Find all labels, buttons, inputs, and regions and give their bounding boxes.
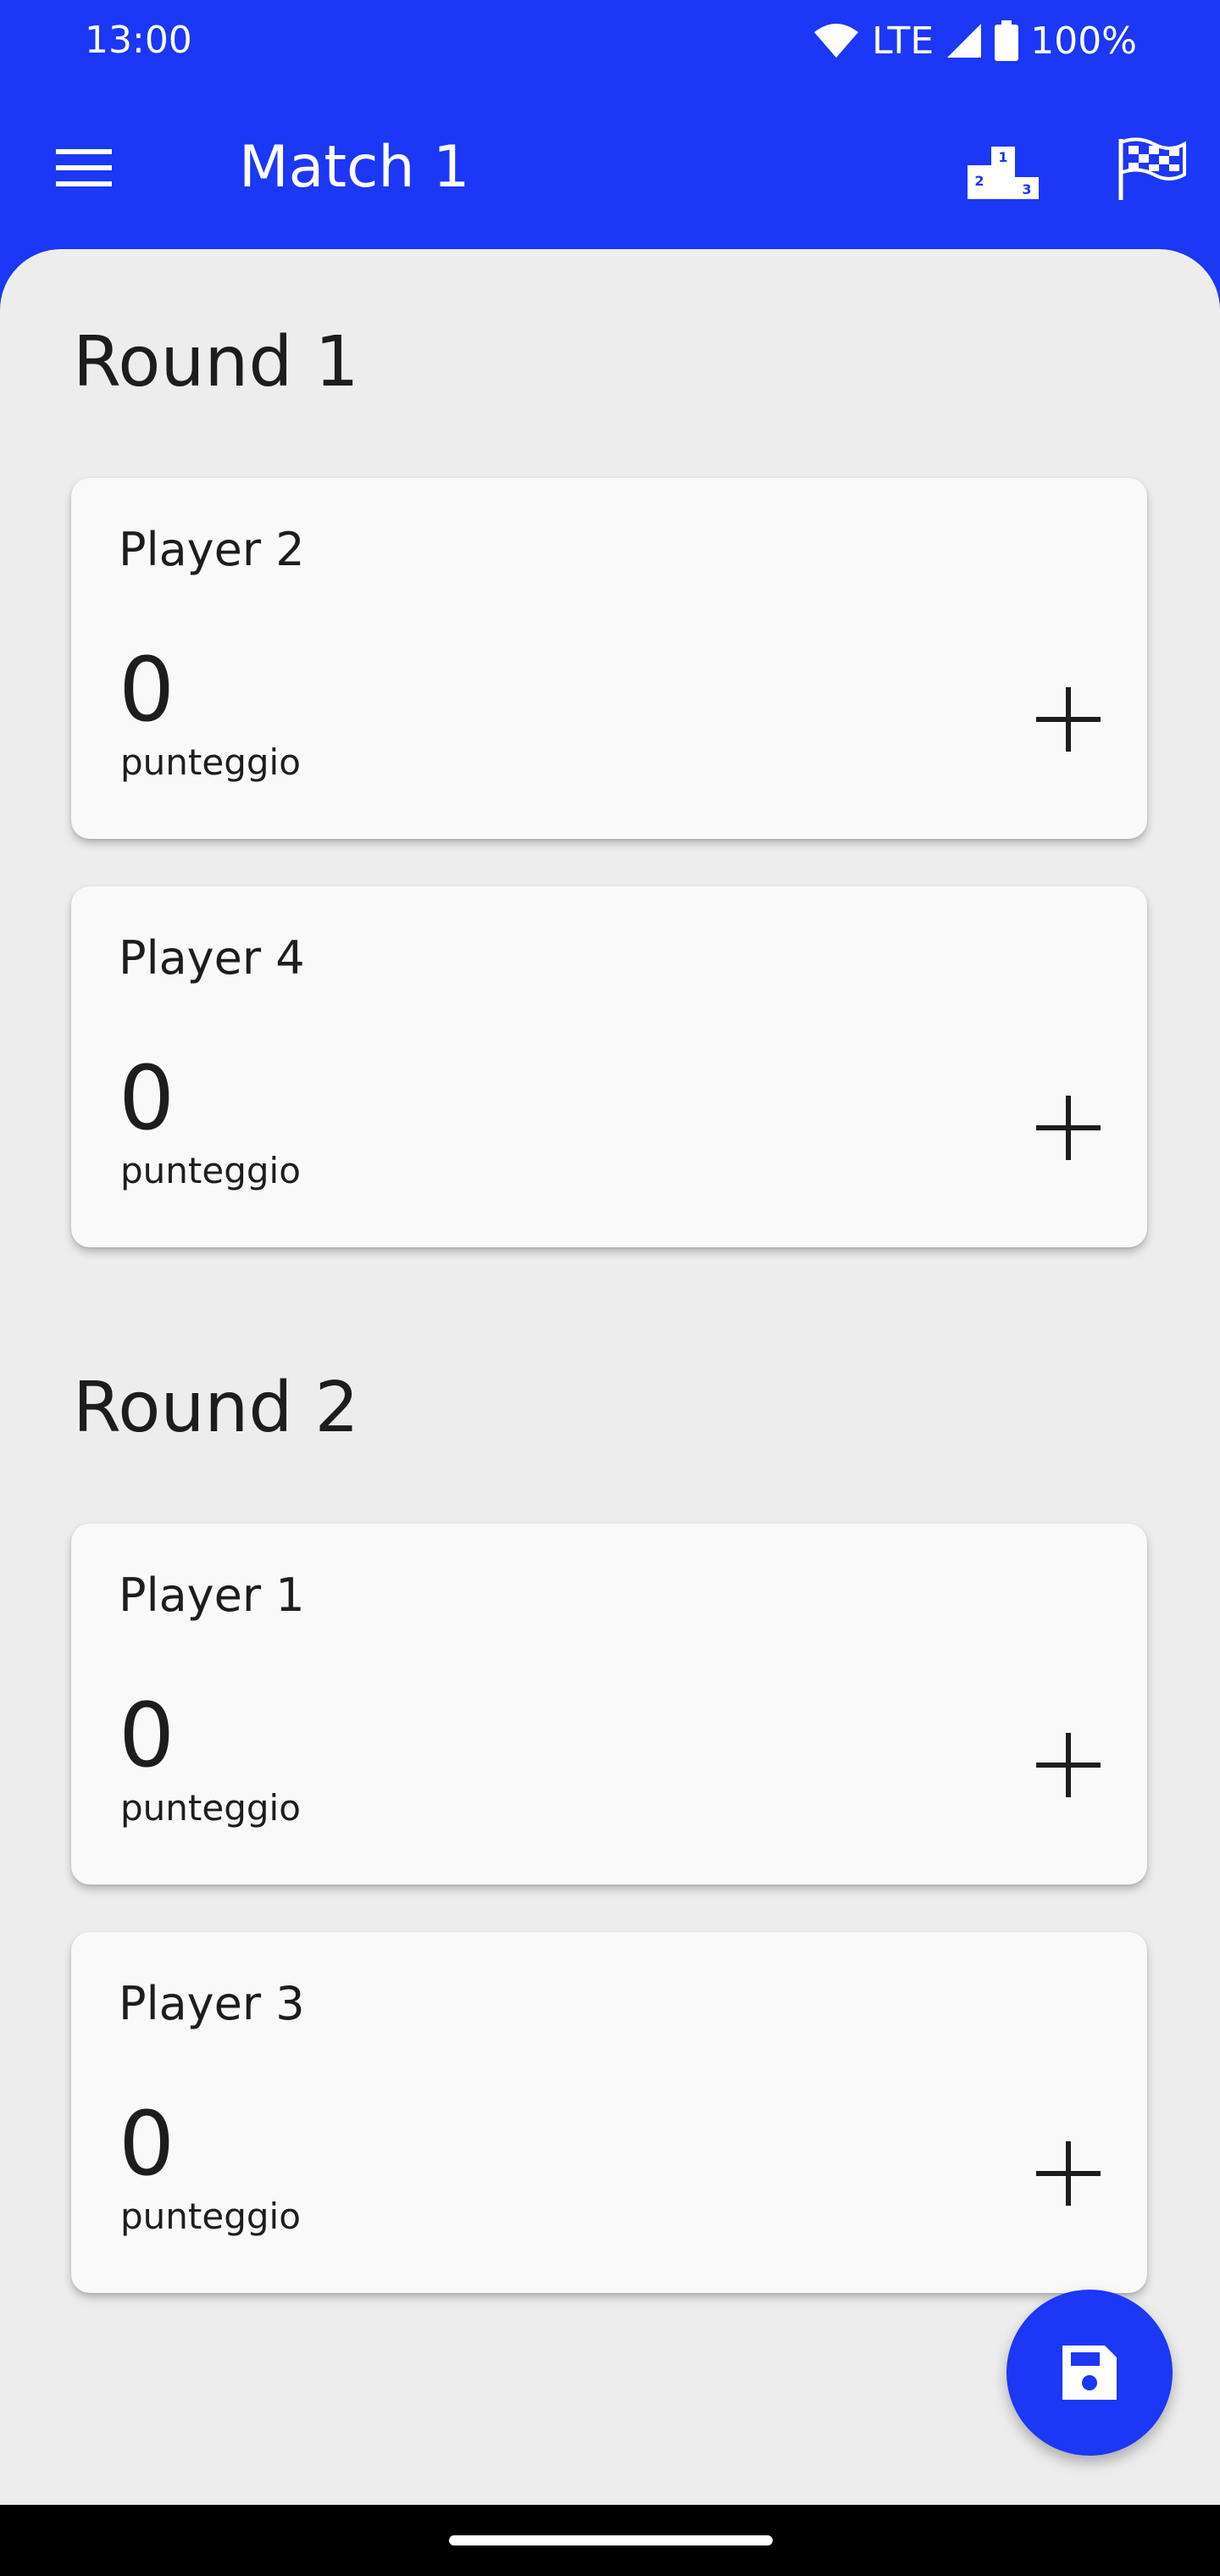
player-name: Player 4 <box>119 931 305 985</box>
rounds-list[interactable]: Round 1 Player 2 0 punteggio Player 4 0 … <box>0 249 1220 2505</box>
flag-icon <box>1118 137 1186 200</box>
plus-icon <box>1036 2141 1101 2206</box>
round-title: Round 2 <box>73 1368 359 1448</box>
save-icon <box>1062 2346 1117 2400</box>
player-score: 0 <box>119 1684 175 1787</box>
battery-level: 100% <box>1030 19 1137 63</box>
podium-icon: 1 2 3 <box>968 147 1039 199</box>
player-score: 0 <box>119 1046 175 1150</box>
player-card: Player 2 0 punteggio <box>71 478 1147 839</box>
finish-match-button[interactable] <box>1110 127 1195 212</box>
status-icons: LTE 100% <box>812 17 1137 64</box>
score-label: punteggio <box>120 1150 301 1191</box>
plus-icon <box>1036 1096 1101 1160</box>
add-points-button[interactable] <box>1022 1718 1115 1812</box>
add-points-button[interactable] <box>1022 673 1115 766</box>
player-score: 0 <box>119 638 175 741</box>
player-name: Player 3 <box>119 1977 305 2030</box>
podium-second: 2 <box>974 173 984 189</box>
round-title: Round 1 <box>73 322 359 402</box>
player-name: Player 2 <box>119 523 305 576</box>
save-button[interactable] <box>1006 2290 1173 2456</box>
wifi-icon <box>814 24 859 58</box>
home-gesture-handle[interactable] <box>449 2535 773 2545</box>
network-type: LTE <box>872 19 934 63</box>
page-title: Match 1 <box>239 134 470 201</box>
plus-icon <box>1036 687 1101 752</box>
ranking-button[interactable]: 1 2 3 <box>962 132 1044 214</box>
score-label: punteggio <box>120 1787 301 1829</box>
signal-icon <box>947 24 982 58</box>
status-bar: 13:00 LTE 100% <box>0 0 1220 85</box>
player-card: Player 1 0 punteggio <box>71 1524 1147 1885</box>
player-score: 0 <box>119 2092 175 2196</box>
status-time: 13:00 <box>85 19 192 62</box>
battery-icon <box>995 20 1019 61</box>
plus-icon <box>1036 1733 1101 1797</box>
menu-button[interactable] <box>46 137 122 198</box>
add-points-button[interactable] <box>1022 2127 1115 2220</box>
menu-icon <box>56 149 112 186</box>
system-nav-bar <box>0 2505 1220 2576</box>
player-name: Player 1 <box>119 1568 305 1622</box>
score-label: punteggio <box>120 741 301 783</box>
app-bar: Match 1 1 2 3 <box>0 85 1220 251</box>
player-card: Player 4 0 punteggio <box>71 886 1147 1247</box>
player-card: Player 3 0 punteggio <box>71 1932 1147 2293</box>
podium-third: 3 <box>1022 181 1031 197</box>
podium-first: 1 <box>998 149 1007 165</box>
score-label: punteggio <box>120 2196 301 2237</box>
add-points-button[interactable] <box>1022 1081 1115 1174</box>
